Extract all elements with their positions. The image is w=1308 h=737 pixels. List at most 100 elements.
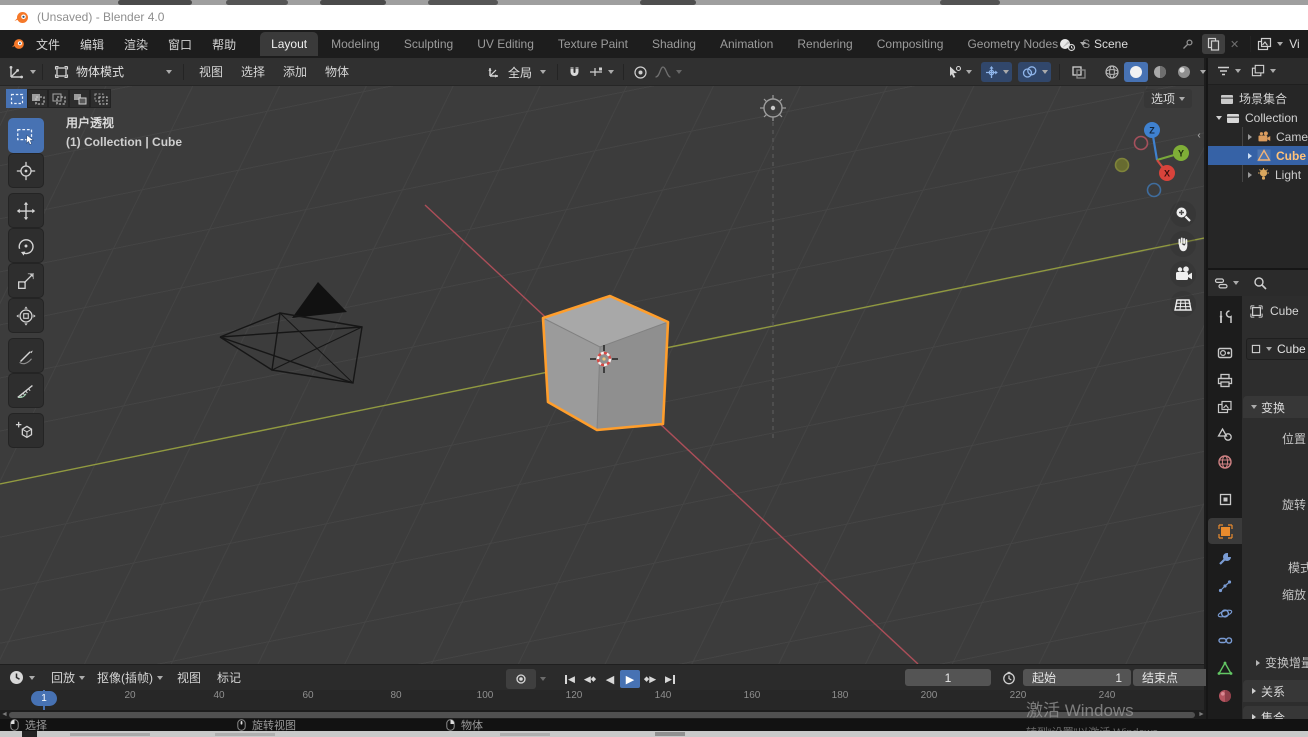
pan-view-button[interactable] <box>1170 231 1196 257</box>
cube-expand-icon[interactable] <box>1248 153 1252 159</box>
outliner-filter-button[interactable] <box>1216 65 1241 78</box>
tool-measure[interactable] <box>8 373 44 408</box>
shading-rendered-button[interactable] <box>1172 62 1196 82</box>
snap-toggle[interactable] <box>564 62 585 82</box>
object-name-field[interactable]: Cube <box>1277 342 1306 356</box>
view-layer-name[interactable]: Vi <box>1289 37 1299 51</box>
view-layer-browse-button[interactable] <box>1257 37 1283 52</box>
workspace-tab-texture-paint[interactable]: Texture Paint <box>547 32 639 56</box>
properties-filter-button[interactable] <box>1214 277 1239 290</box>
scrollbar-thumb[interactable] <box>9 712 1195 718</box>
viewport-menu-object[interactable]: 物体 <box>316 59 358 85</box>
camera-view-button[interactable] <box>1170 261 1196 287</box>
viewport-menu-view[interactable]: 视图 <box>190 59 232 85</box>
shading-wireframe-button[interactable] <box>1100 62 1124 82</box>
proportional-editing-toggle[interactable] <box>630 62 651 82</box>
properties-search-icon[interactable] <box>1253 276 1267 290</box>
light-object[interactable] <box>760 95 786 442</box>
workspace-tab-modeling[interactable]: Modeling <box>320 32 391 56</box>
properties-tab-tool[interactable] <box>1208 304 1242 330</box>
cube-object[interactable] <box>543 296 668 430</box>
viewport-menu-select[interactable]: 选择 <box>232 59 274 85</box>
viewport-menu-add[interactable]: 添加 <box>274 59 316 85</box>
zoom-view-button[interactable] <box>1170 201 1196 227</box>
select-mode-new[interactable] <box>6 89 27 108</box>
scrollbar-right-arrow[interactable]: ► <box>1198 711 1205 718</box>
section-transform[interactable]: 变换 <box>1243 396 1308 418</box>
sidebar-toggle-arrow[interactable]: ‹ <box>1194 124 1204 146</box>
shading-solid-button[interactable] <box>1124 62 1148 82</box>
light-expand-icon[interactable] <box>1248 172 1252 178</box>
properties-tab-constraints[interactable] <box>1208 627 1242 653</box>
section-relations[interactable]: 关系 <box>1243 680 1308 702</box>
menu-help[interactable]: 帮助 <box>202 31 246 57</box>
workspace-tab-rendering[interactable]: Rendering <box>786 32 863 56</box>
outliner-display-mode-button[interactable] <box>1251 64 1276 78</box>
tool-annotate[interactable] <box>8 338 44 373</box>
play-reverse-button[interactable]: ◀ <box>600 670 620 688</box>
outliner-row-collection[interactable]: Collection <box>1208 108 1308 127</box>
workspace-tab-uv-editing[interactable]: UV Editing <box>466 32 545 56</box>
transform-orientation-selector[interactable]: 全局 <box>482 62 551 82</box>
tool-cursor[interactable] <box>8 153 44 188</box>
toggle-orthographic-button[interactable] <box>1170 291 1196 317</box>
tool-move[interactable] <box>8 193 44 228</box>
shading-material-button[interactable] <box>1148 62 1172 82</box>
scene-name-field[interactable]: Scene <box>1094 37 1178 51</box>
unlink-scene-button[interactable]: ✕ <box>1230 38 1239 51</box>
workspace-tab-shading[interactable]: Shading <box>641 32 707 56</box>
tool-transform[interactable] <box>8 298 44 333</box>
select-mode-extend[interactable] <box>27 89 48 108</box>
collection-expand-icon[interactable] <box>1216 116 1222 120</box>
show-gizmos-toggle[interactable] <box>981 62 1012 82</box>
properties-tab-output[interactable] <box>1208 367 1242 393</box>
navigation-gizmo[interactable]: Z Y X <box>1112 112 1204 204</box>
use-preview-range-icon[interactable] <box>1002 671 1016 685</box>
play-button[interactable]: ▶ <box>620 670 640 688</box>
menu-render[interactable]: 渲染 <box>114 31 158 57</box>
properties-tab-particles[interactable] <box>1208 573 1242 599</box>
snap-settings[interactable] <box>585 62 617 82</box>
gizmo-axis-neg-z[interactable] <box>1148 184 1161 197</box>
auto-keying-button[interactable] <box>506 669 536 689</box>
timeline-scrollbar[interactable]: ◄ ► <box>0 710 1204 719</box>
properties-tab-material[interactable] <box>1208 683 1242 709</box>
properties-tab-world[interactable] <box>1208 449 1242 475</box>
properties-tab-object[interactable] <box>1208 518 1242 544</box>
timeline-menu-view[interactable]: 视图 <box>169 665 209 691</box>
outliner-row-light[interactable]: Light <box>1208 165 1308 184</box>
selectability-visibility-dropdown[interactable] <box>944 62 975 82</box>
current-frame-field[interactable]: 1 <box>905 669 991 686</box>
workspace-tab-animation[interactable]: Animation <box>709 32 784 56</box>
tool-rotate[interactable] <box>8 228 44 263</box>
next-keyframe-button[interactable]: ◆▶ <box>640 670 660 688</box>
workspace-tab-sculpting[interactable]: Sculpting <box>393 32 464 56</box>
viewport-3d[interactable]: 用户透视 (1) Collection | Cube 选项 <box>0 86 1204 664</box>
timeline-menu-playback[interactable]: 回放 <box>45 665 91 691</box>
timeline-menu-marker[interactable]: 标记 <box>209 665 249 691</box>
scrollbar-left-arrow[interactable]: ◄ <box>1 711 8 718</box>
outliner-row-scene-collection[interactable]: 场景集合 <box>1208 89 1308 108</box>
pin-scene-icon[interactable] <box>1182 38 1194 50</box>
frame-start-field[interactable]: 起始 1 <box>1023 669 1131 686</box>
properties-tab-view-layer[interactable] <box>1208 394 1242 420</box>
properties-tab-modifiers[interactable] <box>1208 546 1242 572</box>
camera-object[interactable] <box>220 282 362 383</box>
properties-tab-scene[interactable] <box>1208 421 1242 447</box>
viewport-options-button[interactable]: 选项 <box>1144 89 1192 108</box>
previous-keyframe-button[interactable]: ◀◆ <box>580 670 600 688</box>
workspace-tab-layout[interactable]: Layout <box>260 32 318 56</box>
menu-edit[interactable]: 编辑 <box>70 31 114 57</box>
timeline-menu-keying[interactable]: 抠像(插帧) <box>91 665 169 691</box>
auto-keying-dropdown[interactable] <box>540 677 546 681</box>
gizmo-axis-neg-x[interactable] <box>1135 137 1148 150</box>
editor-type-button[interactable] <box>8 64 36 80</box>
menu-file[interactable]: 文件 <box>26 31 70 57</box>
select-mode-intersect[interactable] <box>90 89 111 108</box>
camera-expand-icon[interactable] <box>1248 134 1252 140</box>
jump-to-end-button[interactable]: ▶ <box>660 670 680 688</box>
new-scene-button[interactable] <box>1202 34 1225 54</box>
current-frame-indicator[interactable]: 1 <box>31 691 57 706</box>
properties-tab-physics[interactable] <box>1208 600 1242 626</box>
properties-tab-object-data[interactable] <box>1208 655 1242 681</box>
